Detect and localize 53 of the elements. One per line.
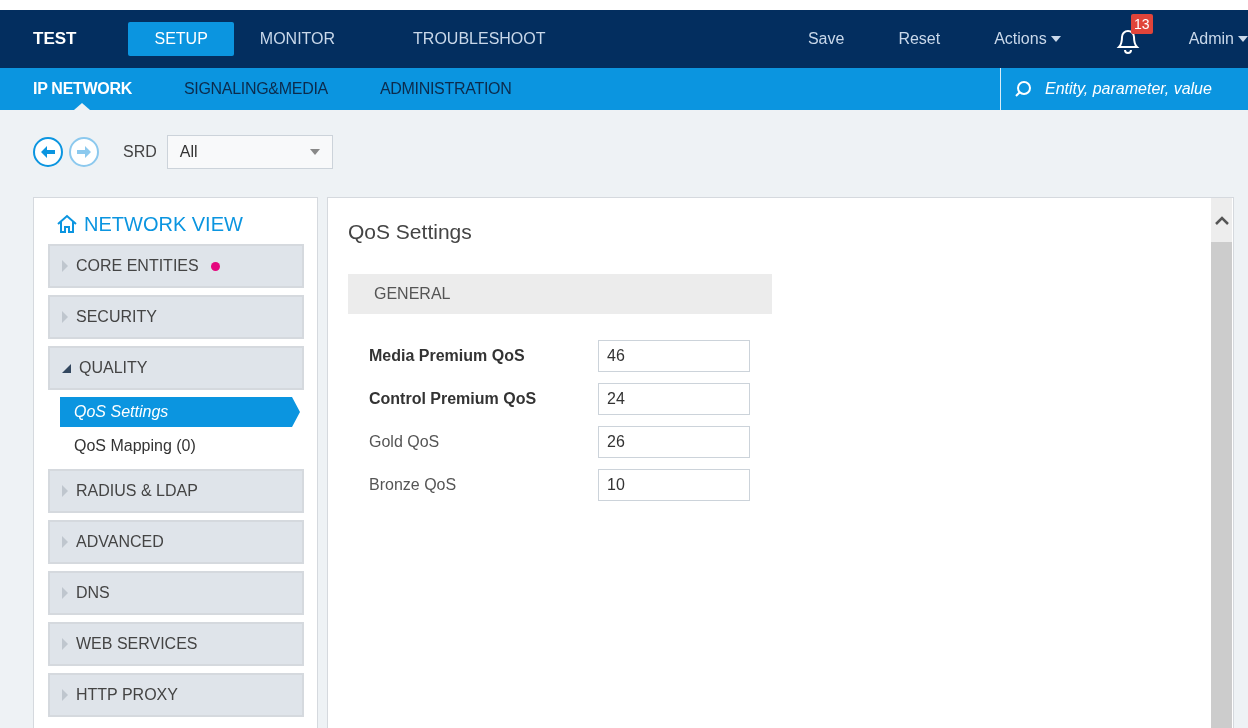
action-button[interactable]: Reset <box>898 30 941 48</box>
expanded-triangle-icon <box>62 363 71 373</box>
input-field[interactable]: 46 <box>598 339 750 372</box>
sidebar-section[interactable]: ADVANCED <box>48 520 304 564</box>
back-button[interactable] <box>33 137 63 167</box>
arrow-left-icon <box>41 146 55 158</box>
sidebar-section[interactable]: WEB SERVICES <box>48 622 304 666</box>
collapsed-triangle-icon <box>62 311 68 323</box>
notification-count: 13 <box>1131 14 1153 34</box>
sidebar-section[interactable]: HTTP PROXY <box>48 673 304 717</box>
srd-select[interactable]: All <box>166 135 333 169</box>
sidebar-title: NETWORK VIEW <box>84 212 243 236</box>
collapsed-triangle-icon <box>62 689 68 701</box>
user-menu[interactable]: Admin <box>1188 30 1248 48</box>
home-icon <box>56 214 78 234</box>
arrow-right-icon <box>77 146 91 158</box>
sidebar-section[interactable]: SECURITY <box>48 295 304 339</box>
actions-menu[interactable]: Actions <box>994 30 1061 48</box>
sidebar-section[interactable]: RADIUS & LDAP <box>48 469 304 513</box>
collapsed-triangle-icon <box>62 260 68 272</box>
section-tab[interactable]: SIGNALING&MEDIA <box>183 68 328 110</box>
caret-icon <box>1050 36 1061 42</box>
input-field[interactable]: 26 <box>598 425 750 458</box>
sidebar-section[interactable]: DNS <box>48 571 304 615</box>
caret-icon <box>309 149 320 155</box>
scrollbar[interactable] <box>1211 198 1232 728</box>
notifications-button[interactable]: 13 <box>1114 14 1153 56</box>
chevron-up-icon <box>1214 215 1229 225</box>
group-header: GENERAL <box>348 274 772 314</box>
section-tab[interactable]: ADMINISTRATION <box>379 68 512 110</box>
sidebar-item[interactable]: QoS Mapping (0) <box>60 431 210 461</box>
field-label: Gold QoS <box>369 432 441 451</box>
search-field[interactable]: Entity, parameter, value <box>1045 80 1245 98</box>
collapsed-triangle-icon <box>62 485 68 497</box>
caret-icon <box>1238 36 1248 42</box>
field-label: Bronze QoS <box>369 475 458 494</box>
search-icon <box>1013 79 1033 99</box>
input-field[interactable]: 24 <box>598 382 750 415</box>
top-tab[interactable]: MONITOR <box>233 22 362 56</box>
top-tab[interactable]: TROUBLESHOOT <box>387 22 572 56</box>
sidebar-section[interactable]: CORE ENTITIES <box>48 244 304 288</box>
input-field[interactable]: 10 <box>598 468 750 501</box>
field-label: Media Premium QoS <box>369 346 526 365</box>
collapsed-triangle-icon <box>62 536 68 548</box>
collapsed-triangle-icon <box>62 638 68 650</box>
scroll-up-button[interactable] <box>1211 198 1232 242</box>
action-button[interactable]: Save <box>807 30 845 48</box>
page-title: QoS Settings <box>348 220 473 244</box>
sidebar-section[interactable]: QUALITY <box>48 346 304 390</box>
field-label: Control Premium QoS <box>369 389 538 408</box>
srd-label: SRD <box>123 143 157 161</box>
brand-name: TEST <box>33 29 77 49</box>
collapsed-triangle-icon <box>62 587 68 599</box>
